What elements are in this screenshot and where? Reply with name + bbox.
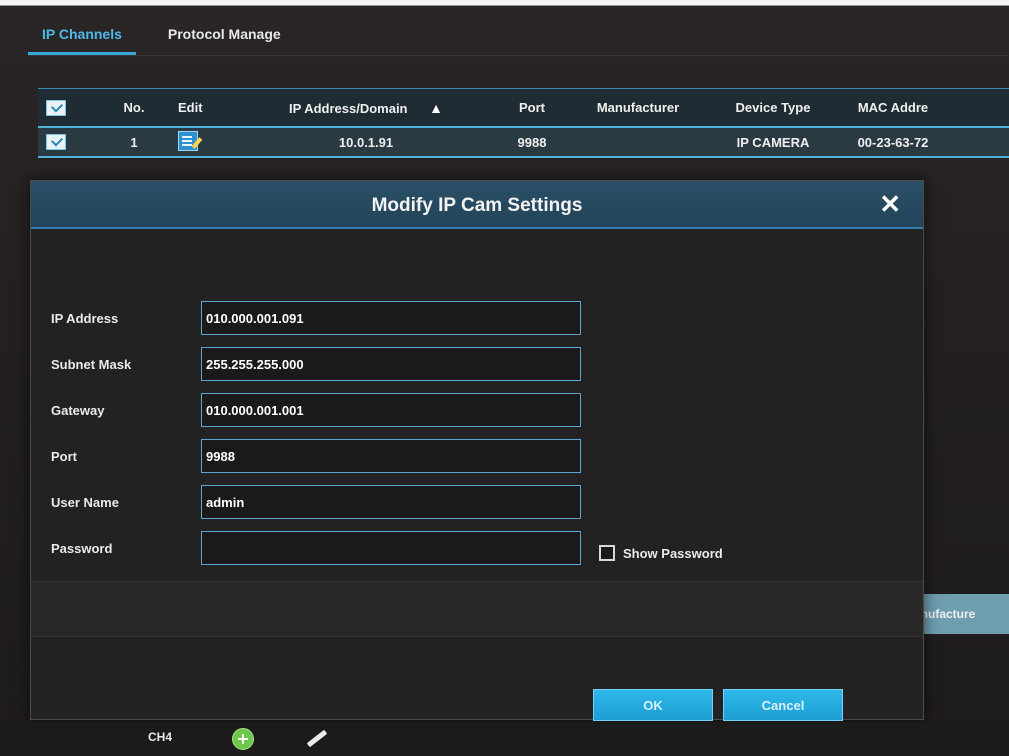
col-port: Port: [519, 100, 545, 115]
tab-divider: [28, 55, 1008, 56]
field-gateway: Gateway: [51, 393, 581, 427]
field-password: Password: [51, 531, 581, 565]
row-mac: 00-23-63-72: [857, 134, 929, 150]
show-password-toggle[interactable]: Show Password: [599, 545, 723, 561]
col-device-type: Device Type: [735, 100, 811, 115]
table-row[interactable]: 1 10.0.1.91 9988 IP CAMERA 00-23-63-72: [38, 126, 1009, 158]
dialog-title: Modify IP Cam Settings: [371, 195, 583, 216]
dialog-title-bar: Modify IP Cam Settings ✕: [31, 181, 923, 229]
subnet-mask-input[interactable]: [201, 347, 581, 381]
tab-bar: IP Channels Protocol Manage: [28, 22, 295, 55]
modify-ip-cam-dialog: Modify IP Cam Settings ✕ IP Address Subn…: [30, 180, 924, 721]
password-label: Password: [51, 540, 113, 556]
row-port: 9988: [517, 134, 547, 150]
tab-protocol-manage[interactable]: Protocol Manage: [154, 22, 295, 55]
field-user-name: User Name: [51, 485, 581, 519]
row-device-type: IP CAMERA: [736, 134, 810, 150]
ip-channels-table: No. Edit IP Address/Domain ▲ Port Manufa…: [38, 88, 1009, 158]
field-ip-address: IP Address: [51, 301, 581, 335]
top-strip: [0, 0, 1009, 6]
user-name-label: User Name: [51, 494, 119, 510]
checkbox-icon[interactable]: [46, 99, 66, 116]
show-password-label: Show Password: [623, 545, 723, 561]
ip-address-label: IP Address: [51, 310, 119, 326]
dialog-band: [31, 581, 923, 637]
password-input[interactable]: [201, 531, 581, 565]
subnet-mask-label: Subnet Mask: [51, 356, 132, 372]
bottom-bar: CH4: [0, 722, 1009, 756]
field-port: Port: [51, 439, 581, 473]
pencil-icon[interactable]: [306, 729, 328, 748]
sort-up-icon[interactable]: ▲: [429, 100, 443, 116]
gateway-label: Gateway: [51, 402, 105, 418]
col-ip[interactable]: IP Address/Domain ▲: [234, 100, 494, 116]
port-label: Port: [51, 448, 77, 464]
gateway-input[interactable]: [201, 393, 581, 427]
channel-label: CH4: [148, 730, 173, 744]
cancel-button[interactable]: Cancel: [723, 689, 843, 721]
port-input[interactable]: [201, 439, 581, 473]
col-manufacturer: Manufacturer: [596, 100, 680, 115]
edit-icon[interactable]: [178, 130, 198, 151]
col-ip-label: IP Address/Domain: [289, 100, 408, 116]
ok-button[interactable]: OK: [593, 689, 713, 721]
table-header: No. Edit IP Address/Domain ▲ Port Manufa…: [38, 88, 1009, 126]
header-select-all[interactable]: [38, 99, 96, 116]
show-password-checkbox[interactable]: [599, 545, 615, 561]
add-icon[interactable]: [232, 728, 254, 750]
col-mac: MAC Addre: [857, 100, 929, 115]
row-no: 1: [130, 134, 138, 150]
col-edit: Edit: [178, 100, 203, 115]
nvr-screen: IP Channels Protocol Manage No. Edit IP …: [0, 0, 1009, 756]
col-no: No.: [123, 100, 145, 115]
field-subnet-mask: Subnet Mask: [51, 347, 581, 381]
tab-ip-channels[interactable]: IP Channels: [28, 22, 136, 55]
row-ip: 10.0.1.91: [338, 134, 394, 150]
row-select[interactable]: [38, 134, 96, 151]
user-name-input[interactable]: [201, 485, 581, 519]
checkbox-icon[interactable]: [46, 134, 66, 151]
row-edit[interactable]: [168, 130, 234, 154]
close-icon[interactable]: ✕: [879, 191, 901, 217]
ip-address-input[interactable]: [201, 301, 581, 335]
